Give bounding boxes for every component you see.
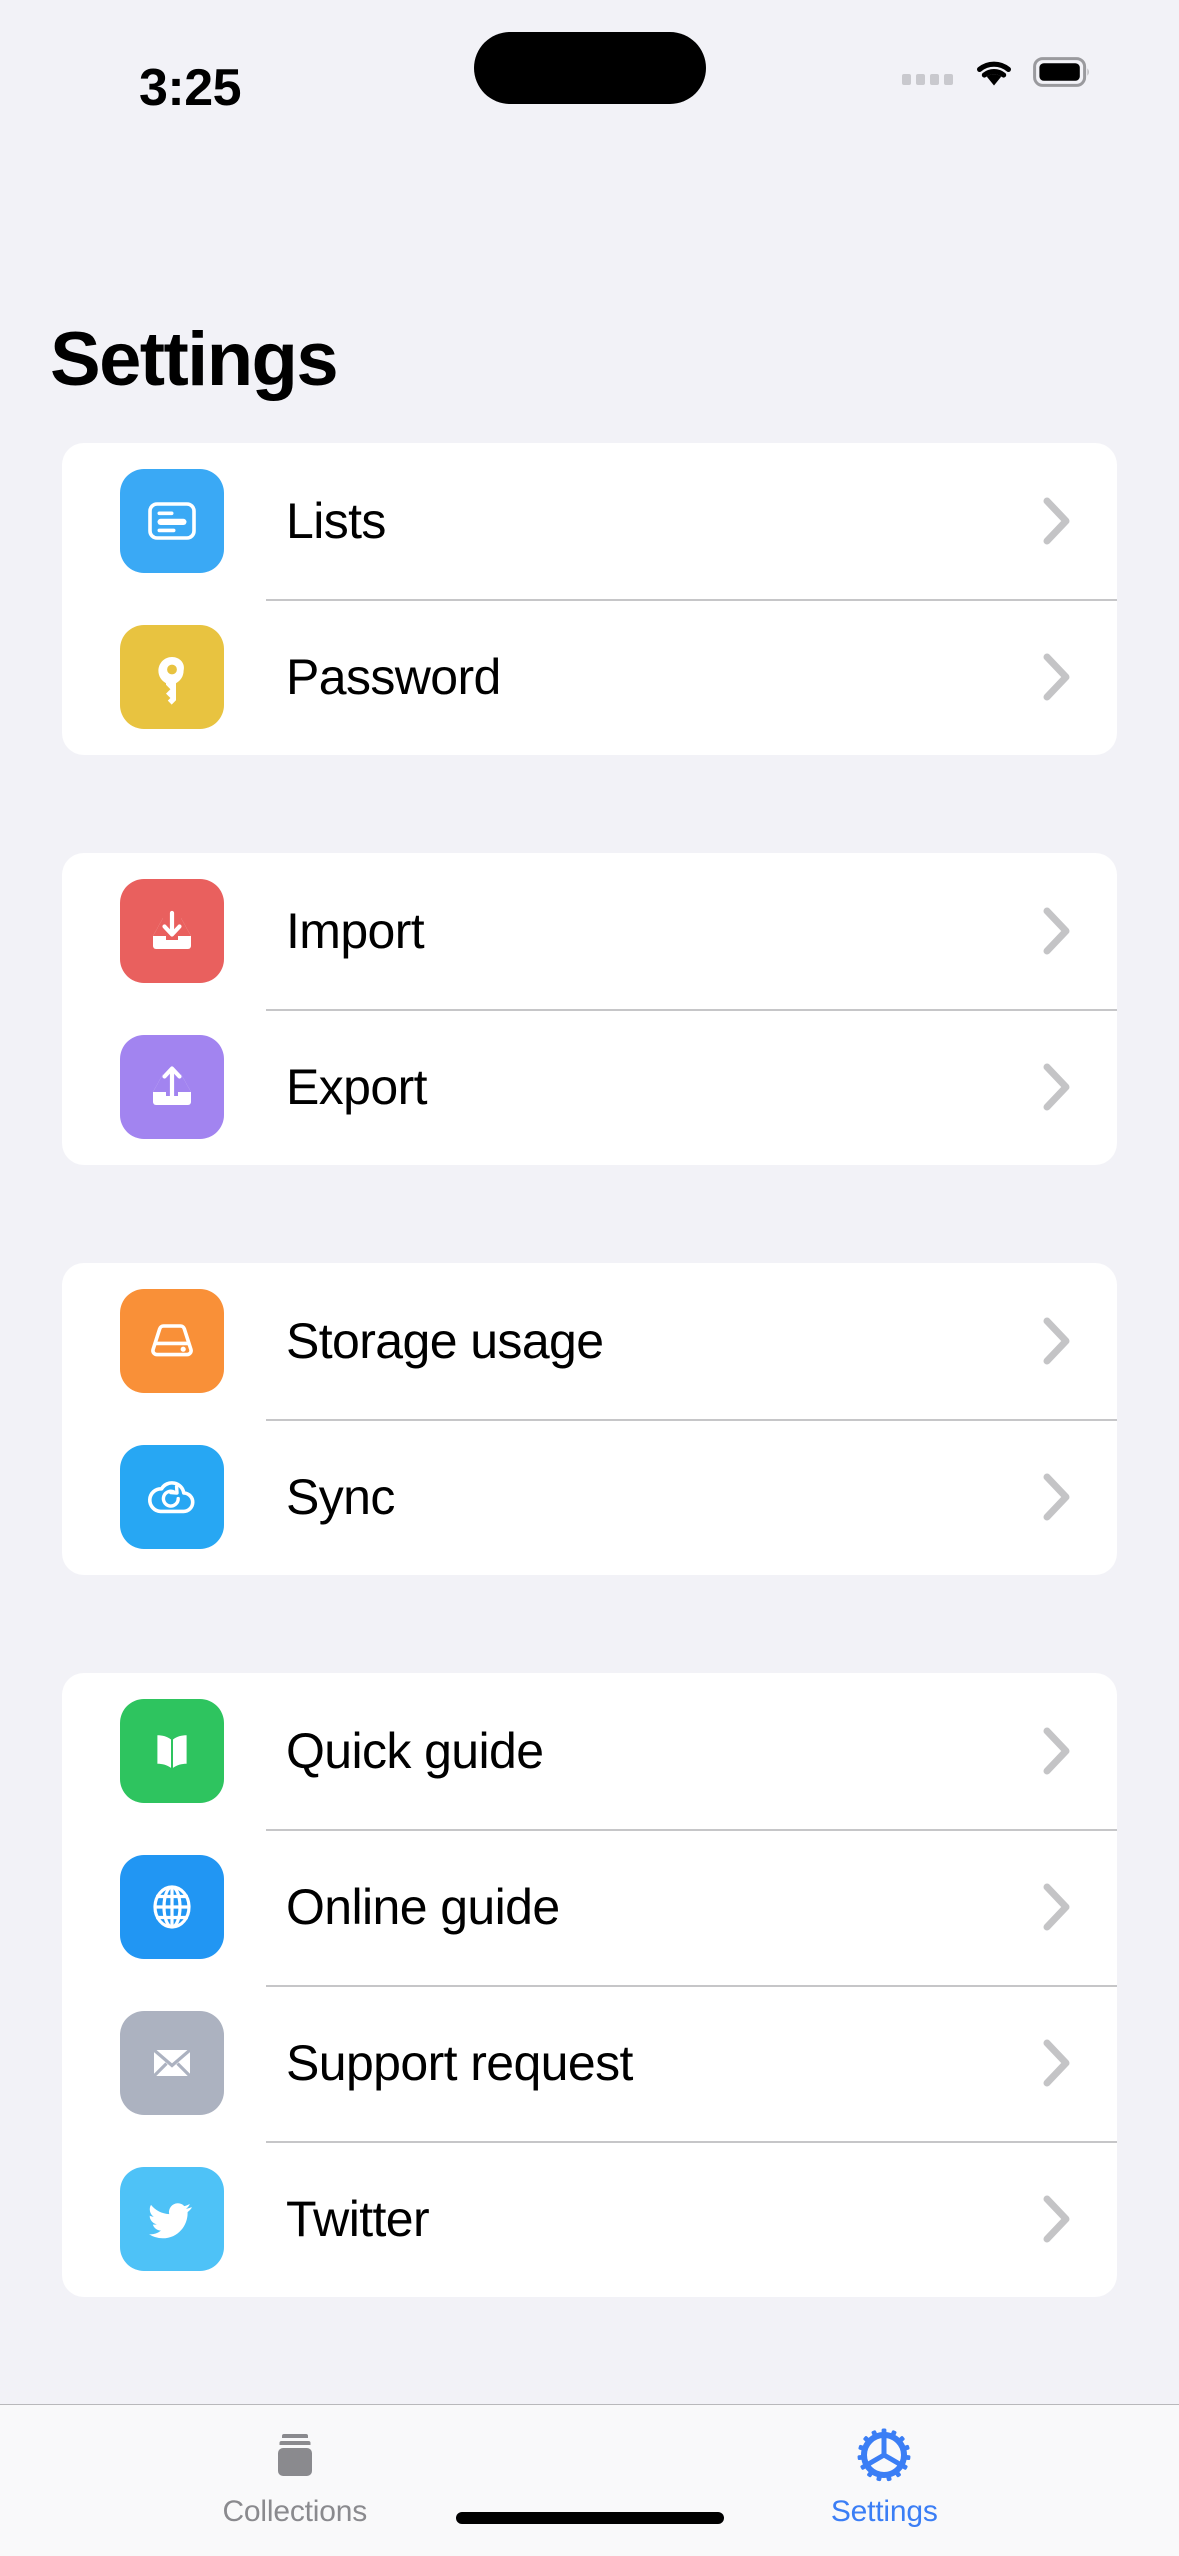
settings-row-storage-usage[interactable]: Storage usage [62,1263,1117,1419]
settings-row-import[interactable]: Import [62,853,1117,1009]
envelope-icon [120,2011,224,2115]
settings-row-label: Import [286,903,425,959]
settings-row-support-request[interactable]: Support request [62,1985,1117,2141]
settings-row-label: Sync [286,1469,395,1525]
chevron-right-icon [1043,1473,1070,1521]
chevron-right-icon [1043,1063,1070,1111]
tray-arrow-up-icon [120,1035,224,1139]
tab-label: Settings [830,2495,938,2528]
chevron-right-icon [1043,497,1070,545]
list-card-icon [120,469,224,573]
settings-list: Lists Password Import Export Storage usa… [0,443,1179,2395]
twitter-bird-icon [120,2167,224,2271]
dynamic-island [473,32,706,104]
chevron-right-icon [1043,1883,1070,1931]
settings-row-label: Online guide [286,1879,560,1935]
settings-row-sync[interactable]: Sync [62,1419,1117,1575]
settings-row-lists[interactable]: Lists [62,443,1117,599]
cellular-dots-icon [902,73,953,85]
chevron-right-icon [1043,2039,1070,2087]
tab-label: Collections [222,2495,368,2528]
settings-group-storage: Storage usage Sync [62,1263,1117,1575]
page-title: Settings [50,317,339,402]
gear-icon [853,2423,915,2487]
status-bar-indicators [902,56,1091,88]
tray-arrow-down-icon [120,879,224,983]
key-icon [120,625,224,729]
hard-drive-icon [120,1289,224,1393]
wifi-icon [973,56,1015,88]
settings-row-label: Export [286,1059,428,1115]
settings-row-quick-guide[interactable]: Quick guide [62,1673,1117,1829]
settings-row-export[interactable]: Export [62,1009,1117,1165]
settings-row-label: Password [286,649,501,705]
settings-row-label: Lists [286,493,386,549]
cloud-sync-icon [120,1445,224,1549]
settings-row-password[interactable]: Password [62,599,1117,755]
home-indicator [455,2512,724,2524]
battery-icon [1033,57,1091,87]
settings-row-twitter[interactable]: Twitter [62,2141,1117,2297]
chevron-right-icon [1043,2195,1070,2243]
settings-row-label: Twitter [286,2191,430,2247]
tab-bar: Collections Settings [0,2404,1179,2556]
chevron-right-icon [1043,907,1070,955]
settings-row-online-guide[interactable]: Online guide [62,1829,1117,1985]
settings-group-general: Lists Password [62,443,1117,755]
tab-settings[interactable]: Settings [590,2405,1179,2556]
settings-screen: 3:25 Settings Lists Password Import Expo… [0,0,1179,2556]
chevron-right-icon [1043,653,1070,701]
status-bar-time: 3:25 [138,59,242,117]
stack-icon [264,2423,326,2487]
chevron-right-icon [1043,1727,1070,1775]
chevron-right-icon [1043,1317,1070,1365]
tab-collections[interactable]: Collections [0,2405,590,2556]
settings-row-label: Storage usage [286,1313,604,1369]
settings-row-label: Quick guide [286,1723,544,1779]
open-book-icon [120,1699,224,1803]
settings-row-label: Support request [286,2035,633,2091]
globe-icon [120,1855,224,1959]
settings-group-help: Quick guide Online guide Support request… [62,1673,1117,2297]
settings-group-transfer: Import Export [62,853,1117,1165]
status-bar: 3:25 [0,0,1179,170]
